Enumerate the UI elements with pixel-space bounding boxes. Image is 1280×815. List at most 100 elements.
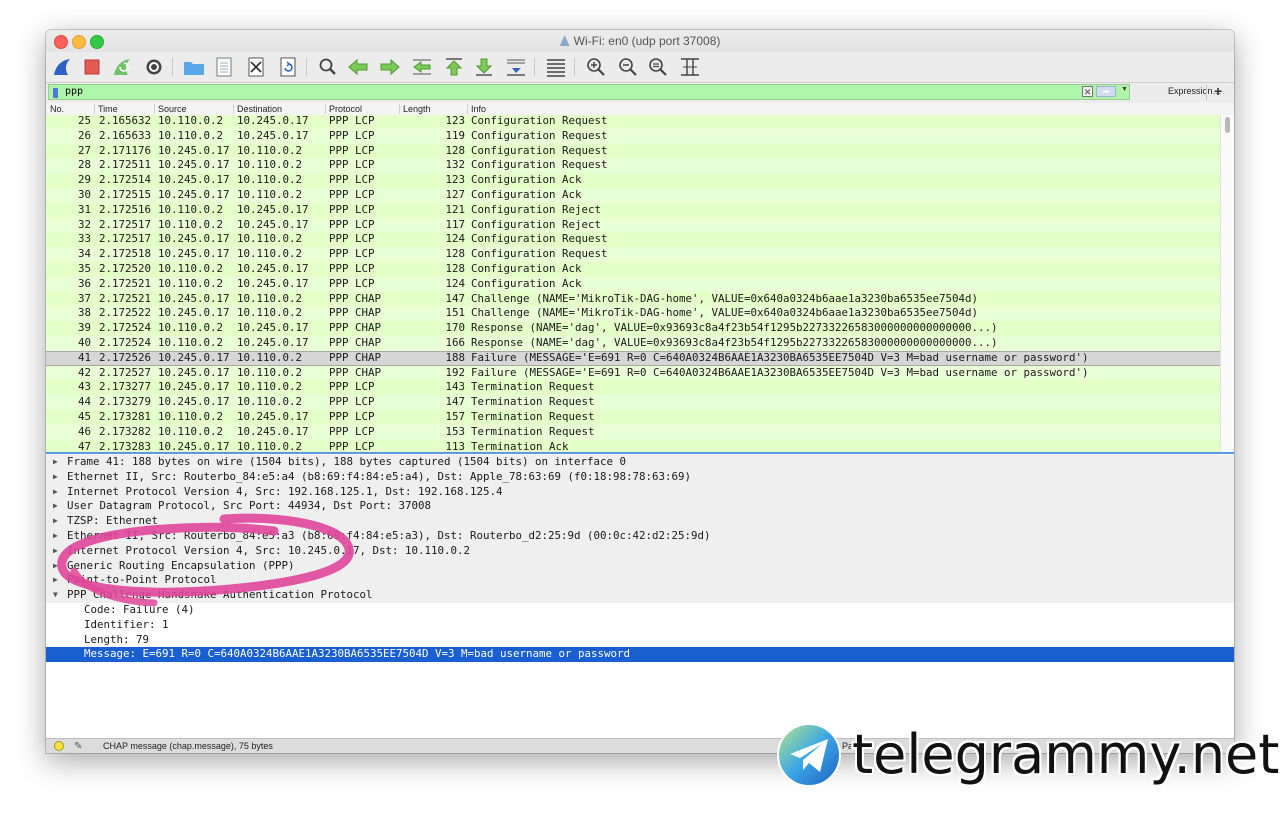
disclosure-collapsed-icon[interactable]: ▶ <box>53 499 58 514</box>
detail-tree-row[interactable]: Length: 79 <box>46 633 1234 648</box>
detail-text: Ethernet II, Src: Routerbo_84:e5:a4 (b8:… <box>67 469 692 483</box>
detail-tree-row[interactable]: ▶ Point-to-Point Protocol <box>46 573 1234 589</box>
close-window-button[interactable] <box>54 35 68 49</box>
capture-comment-icon[interactable]: ✎ <box>74 740 82 753</box>
packet-row[interactable]: 45 2.173281 10.110.0.2 10.245.0.17 PPP LCP 15… <box>46 410 1220 425</box>
packet-row[interactable]: 31 2.172516 10.110.0.2 10.245.0.17 PPP LCP 12… <box>46 202 1220 218</box>
packet-row[interactable]: 37 2.172521 10.245.0.17 10.110.0.2 PPP CHAP 1… <box>46 291 1220 307</box>
packet-row[interactable]: 25 2.165632 10.110.0.2 10.245.0.17 PPP LCP 12… <box>46 115 1220 129</box>
detail-tree-row[interactable]: ▶ Ethernet II, Src: Routerbo_84:e5:a3 (b8… <box>46 529 1234 544</box>
column-header-length[interactable]: Length <box>403 103 431 115</box>
packet-row[interactable]: 32 2.172517 10.110.0.2 10.245.0.17 PPP LCP 11… <box>46 217 1220 233</box>
packet-cell-time: 2.171176 <box>99 143 152 157</box>
packet-row[interactable]: 40 2.172524 10.110.0.2 10.245.0.17 PPP CHAP 1… <box>46 336 1220 351</box>
autoscroll-button[interactable] <box>504 55 528 79</box>
display-filter-input[interactable]: ppp <box>48 84 1130 100</box>
disclosure-collapsed-icon[interactable]: ▶ <box>53 544 58 559</box>
filter-history-chevron-down-icon[interactable]: ▼ <box>1119 86 1130 97</box>
packet-row[interactable]: 29 2.172514 10.245.0.17 10.110.0.2 PPP LCP 12… <box>46 173 1220 188</box>
detail-tree-row[interactable]: ▶ Ethernet II, Src: Routerbo_84:e5:a4 (b8… <box>46 469 1234 485</box>
packet-row[interactable]: 30 2.172515 10.245.0.17 10.110.0.2 PPP LCP 12… <box>46 188 1220 203</box>
minimize-window-button[interactable] <box>72 35 86 49</box>
disclosure-collapsed-icon[interactable]: ▶ <box>53 529 58 544</box>
detail-tree-row[interactable]: ▶ User Datagram Protocol, Src Port: 44934… <box>46 499 1234 515</box>
packet-cell-protocol: PPP LCP <box>329 276 375 290</box>
go-last-button[interactable] <box>472 55 496 79</box>
filter-bookmark-icon[interactable] <box>53 88 58 98</box>
capture-options-button[interactable] <box>142 55 166 79</box>
packet-cell-info: Response (NAME='dag', VALUE=0x93693c8a4f… <box>471 321 998 335</box>
packet-cell-source: 10.110.0.2 <box>158 128 224 142</box>
start-capture-button[interactable] <box>50 55 74 79</box>
stop-capture-button[interactable] <box>80 55 104 79</box>
detail-tree-row[interactable]: ▶ Internet Protocol Version 4, Src: 192.1… <box>46 484 1234 500</box>
packet-row[interactable]: 46 2.173282 10.110.0.2 10.245.0.17 PPP LCP 15… <box>46 424 1220 440</box>
apply-filter-icon[interactable]: ➡ <box>1096 86 1116 97</box>
packet-row[interactable]: 43 2.173277 10.245.0.17 10.110.0.2 PPP LCP 14… <box>46 380 1220 396</box>
normal-size-button[interactable] <box>646 55 670 79</box>
packet-row[interactable]: 26 2.165633 10.110.0.2 10.245.0.17 PPP LCP 11… <box>46 128 1220 144</box>
disclosure-expanded-icon[interactable]: ▼ <box>53 588 58 603</box>
packet-row[interactable]: 44 2.173279 10.245.0.17 10.110.0.2 PPP LCP 14… <box>46 395 1220 410</box>
packet-row[interactable]: 36 2.172521 10.110.0.2 10.245.0.17 PPP LCP 12… <box>46 276 1220 292</box>
zoom-in-button[interactable] <box>584 55 608 79</box>
packet-row[interactable]: 47 2.173283 10.245.0.17 10.110.0.2 PPP LCP 11… <box>46 439 1220 452</box>
disclosure-collapsed-icon[interactable]: ▶ <box>53 573 58 588</box>
disclosure-collapsed-icon[interactable]: ▶ <box>53 485 58 500</box>
zoom-out-button[interactable] <box>616 55 640 79</box>
packet-cell-time: 2.172521 <box>99 276 152 290</box>
packet-row[interactable]: 27 2.171176 10.245.0.17 10.110.0.2 PPP LCP 12… <box>46 143 1220 159</box>
zoom-window-button[interactable] <box>90 35 104 49</box>
detail-tree-row[interactable]: Code: Failure (4) <box>46 603 1234 618</box>
disclosure-collapsed-icon[interactable]: ▶ <box>53 455 58 470</box>
column-header-protocol[interactable]: Protocol <box>329 103 362 115</box>
open-file-button[interactable] <box>182 55 206 79</box>
go-to-packet-button[interactable] <box>410 55 434 79</box>
packet-details-pane[interactable]: ▶ Frame 41: 188 bytes on wire (1504 bits)… <box>46 454 1234 738</box>
disclosure-collapsed-icon[interactable]: ▶ <box>53 514 58 529</box>
column-header-time[interactable]: Time <box>98 103 118 115</box>
detail-tree-row[interactable]: Message: E=691 R=0 C=640A0324B6AAE1A3230… <box>46 647 1234 663</box>
packet-row[interactable]: 34 2.172518 10.245.0.17 10.110.0.2 PPP LCP 12… <box>46 247 1220 262</box>
save-file-button[interactable] <box>212 55 236 79</box>
clear-filter-icon[interactable]: ✕ <box>1082 86 1093 97</box>
column-header-source[interactable]: Source <box>158 103 187 115</box>
packet-list-scrollbar[interactable] <box>1220 115 1234 452</box>
detail-tree-row[interactable]: ▶ Frame 41: 188 bytes on wire (1504 bits)… <box>46 455 1234 470</box>
packet-cell-destination: 10.110.0.2 <box>237 306 303 320</box>
go-first-button[interactable] <box>442 55 466 79</box>
detail-tree-row[interactable]: ▶ Generic Routing Encapsulation (PPP) <box>46 558 1234 574</box>
close-file-button[interactable] <box>244 55 268 79</box>
disclosure-collapsed-icon[interactable]: ▶ <box>53 470 58 485</box>
disclosure-collapsed-icon[interactable]: ▶ <box>53 559 58 574</box>
packet-cell-protocol: PPP LCP <box>329 115 375 127</box>
restart-capture-button[interactable] <box>110 55 134 79</box>
column-header-destination[interactable]: Destination <box>237 103 282 115</box>
column-header-info[interactable]: Info <box>471 103 486 115</box>
packet-row[interactable]: 35 2.172520 10.110.0.2 10.245.0.17 PPP LCP 12… <box>46 262 1220 277</box>
packet-list[interactable]: 25 2.165632 10.110.0.2 10.245.0.17 PPP LCP 12… <box>46 115 1220 452</box>
packet-row[interactable]: 28 2.172511 10.245.0.17 10.110.0.2 PPP LCP 13… <box>46 158 1220 174</box>
find-packet-button[interactable] <box>316 55 340 79</box>
packet-cell-time: 2.172517 <box>99 217 152 231</box>
scrollbar-thumb[interactable] <box>1225 117 1230 133</box>
column-header-no[interactable]: No. <box>50 103 64 115</box>
packet-cell-protocol: PPP LCP <box>329 247 375 261</box>
packet-row[interactable]: 39 2.172524 10.110.0.2 10.245.0.17 PPP CHAP 1… <box>46 321 1220 336</box>
detail-tree-row[interactable]: ▶ TZSP: Ethernet <box>46 514 1234 529</box>
detail-tree-row[interactable]: Identifier: 1 <box>46 618 1234 633</box>
add-filter-button[interactable]: + <box>1214 83 1222 99</box>
detail-tree-row[interactable]: ▼ PPP Challenge Handshake Authentication … <box>46 588 1234 603</box>
resize-columns-button[interactable] <box>678 55 702 79</box>
packet-row[interactable]: 41 2.172526 10.245.0.17 10.110.0.2 PPP CHAP 1… <box>46 350 1220 366</box>
reload-file-button[interactable] <box>276 55 300 79</box>
packet-cell-source: 10.110.0.2 <box>158 202 224 216</box>
packet-row[interactable]: 38 2.172522 10.245.0.17 10.110.0.2 PPP CHAP 1… <box>46 306 1220 322</box>
packet-row[interactable]: 33 2.172517 10.245.0.17 10.110.0.2 PPP LCP 12… <box>46 232 1220 248</box>
expert-info-icon[interactable] <box>54 741 64 751</box>
detail-tree-row[interactable]: ▶ Internet Protocol Version 4, Src: 10.24… <box>46 543 1234 559</box>
go-back-button[interactable] <box>346 55 370 79</box>
packet-row[interactable]: 42 2.172527 10.245.0.17 10.110.0.2 PPP CHAP 1… <box>46 365 1220 381</box>
colorize-button[interactable] <box>544 55 568 79</box>
go-forward-button[interactable] <box>378 55 402 79</box>
